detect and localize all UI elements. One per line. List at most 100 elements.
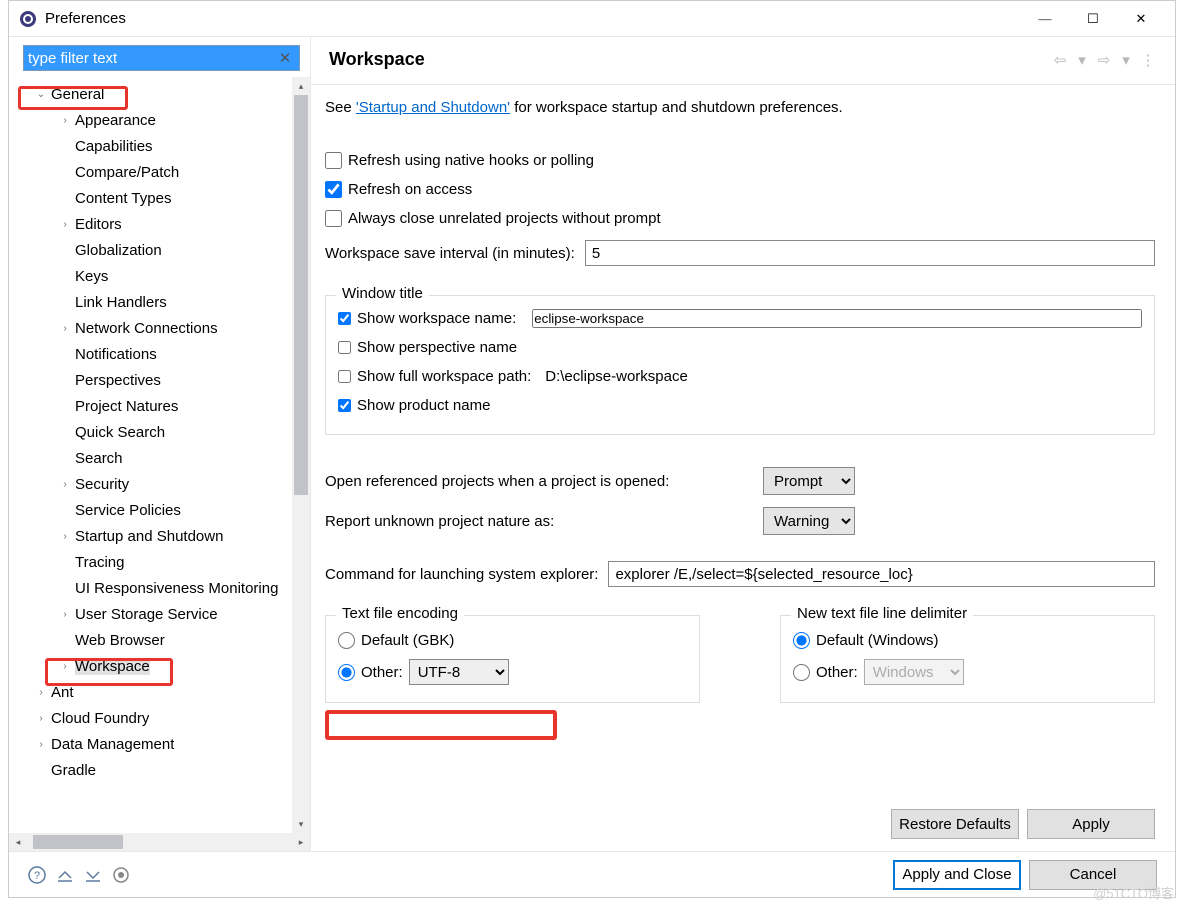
chevron-right-icon xyxy=(57,268,73,284)
forward-icon[interactable]: ⇨ xyxy=(1095,51,1113,69)
scroll-up-icon[interactable]: ▴ xyxy=(292,77,310,95)
chevron-right-icon: › xyxy=(57,320,73,336)
chevron-right-icon xyxy=(57,398,73,414)
hscrollbar-thumb[interactable] xyxy=(33,835,123,849)
tree-item-quick-search[interactable]: Quick Search xyxy=(17,419,292,445)
tree-item-perspectives[interactable]: Perspectives xyxy=(17,367,292,393)
report-nature-select[interactable]: Warning xyxy=(763,507,855,535)
chevron-right-icon xyxy=(57,138,73,154)
scroll-right-icon[interactable]: ▸ xyxy=(292,833,310,851)
save-interval-input[interactable] xyxy=(585,240,1155,266)
scrollbar-thumb[interactable] xyxy=(294,95,308,495)
filter-input[interactable] xyxy=(23,45,300,71)
chevron-right-icon: › xyxy=(33,736,49,752)
delimiter-legend: New text file line delimiter xyxy=(791,605,973,622)
startup-shutdown-link[interactable]: 'Startup and Shutdown' xyxy=(356,99,510,116)
chevron-right-icon: › xyxy=(57,528,73,544)
preferences-tree[interactable]: ⌄General›AppearanceCapabilitiesCompare/P… xyxy=(9,77,292,833)
tree-item-editors[interactable]: ›Editors xyxy=(17,211,292,237)
apply-button[interactable]: Apply xyxy=(1027,809,1155,839)
ws-name-input[interactable] xyxy=(532,309,1142,328)
show-product-checkbox[interactable]: Show product name xyxy=(338,391,1142,420)
delimiter-default-radio[interactable] xyxy=(793,632,810,649)
tree-item-keys[interactable]: Keys xyxy=(17,263,292,289)
page-title: Workspace xyxy=(329,49,1047,70)
forward-menu-icon[interactable]: ▾ xyxy=(1117,51,1135,69)
back-menu-icon[interactable]: ▾ xyxy=(1073,51,1091,69)
tree-item-content-types[interactable]: Content Types xyxy=(17,185,292,211)
show-full-path-checkbox[interactable]: Show full workspace path: D:\eclipse-wor… xyxy=(338,362,1142,391)
show-perspective-checkbox[interactable]: Show perspective name xyxy=(338,333,1142,362)
filter-row: ✕ xyxy=(9,37,310,77)
maximize-button[interactable]: ☐ xyxy=(1069,1,1117,37)
tree-item-project-natures[interactable]: Project Natures xyxy=(17,393,292,419)
tree-item-security[interactable]: ›Security xyxy=(17,471,292,497)
encoding-default-radio[interactable] xyxy=(338,632,355,649)
chevron-right-icon xyxy=(57,424,73,440)
scroll-left-icon[interactable]: ◂ xyxy=(9,833,27,851)
tree-item-search[interactable]: Search xyxy=(17,445,292,471)
tree-item-ui-responsiveness-monitoring[interactable]: UI Responsiveness Monitoring xyxy=(17,575,292,601)
tree-item-workspace[interactable]: ›Workspace xyxy=(17,653,292,679)
tree-item-label: Gradle xyxy=(51,762,96,779)
explorer-input[interactable] xyxy=(608,561,1155,587)
window-title: Preferences xyxy=(45,10,1021,27)
horizontal-scrollbar[interactable]: ◂ ▸ xyxy=(9,833,310,851)
tree-item-label: Notifications xyxy=(75,346,157,363)
restore-defaults-button[interactable]: Restore Defaults xyxy=(891,809,1019,839)
explorer-command-row: Command for launching system explorer: xyxy=(325,561,1155,587)
tree-item-cloud-foundry[interactable]: ›Cloud Foundry xyxy=(17,705,292,731)
back-icon[interactable]: ⇦ xyxy=(1051,51,1069,69)
export-icon[interactable] xyxy=(83,865,103,885)
tree-item-general[interactable]: ⌄General xyxy=(17,81,292,107)
tree-item-user-storage-service[interactable]: ›User Storage Service xyxy=(17,601,292,627)
tree-item-label: Startup and Shutdown xyxy=(75,528,223,545)
refresh-access-checkbox[interactable]: Refresh on access xyxy=(325,175,1155,204)
tree-item-startup-and-shutdown[interactable]: ›Startup and Shutdown xyxy=(17,523,292,549)
chevron-right-icon xyxy=(57,190,73,206)
chevron-right-icon xyxy=(57,580,73,596)
tree-item-label: Ant xyxy=(51,684,74,701)
svg-text:?: ? xyxy=(34,870,40,882)
scroll-down-icon[interactable]: ▾ xyxy=(292,815,310,833)
tree-item-ant[interactable]: ›Ant xyxy=(17,679,292,705)
vertical-scrollbar[interactable]: ▴ ▾ xyxy=(292,77,310,833)
tree-item-globalization[interactable]: Globalization xyxy=(17,237,292,263)
tree-item-label: Service Policies xyxy=(75,502,181,519)
tree-item-web-browser[interactable]: Web Browser xyxy=(17,627,292,653)
close-unrelated-checkbox[interactable]: Always close unrelated projects without … xyxy=(325,204,1155,233)
tree-item-appearance[interactable]: ›Appearance xyxy=(17,107,292,133)
refresh-hooks-checkbox[interactable]: Refresh using native hooks or polling xyxy=(325,146,1155,175)
tree-item-tracing[interactable]: Tracing xyxy=(17,549,292,575)
tree-item-network-connections[interactable]: ›Network Connections xyxy=(17,315,292,341)
tree-item-notifications[interactable]: Notifications xyxy=(17,341,292,367)
dialog-body: ✕ ⌄General›AppearanceCapabilitiesCompare… xyxy=(9,37,1175,851)
cancel-button[interactable]: Cancel xyxy=(1029,860,1157,890)
encoding-other-radio[interactable] xyxy=(338,664,355,681)
tree-item-label: Workspace xyxy=(75,658,150,675)
oomph-icon[interactable] xyxy=(111,865,131,885)
encoding-other-select[interactable]: UTF-8 xyxy=(409,659,509,685)
show-ws-name-checkbox[interactable]: Show workspace name: xyxy=(338,304,1142,333)
help-icon[interactable]: ? xyxy=(27,865,47,885)
tree-item-capabilities[interactable]: Capabilities xyxy=(17,133,292,159)
tree-item-compare-patch[interactable]: Compare/Patch xyxy=(17,159,292,185)
open-referenced-row: Open referenced projects when a project … xyxy=(325,463,1155,499)
chevron-right-icon xyxy=(57,164,73,180)
page-buttons: Restore Defaults Apply xyxy=(311,799,1175,851)
delimiter-group: New text file line delimiter Default (Wi… xyxy=(780,615,1155,703)
chevron-right-icon xyxy=(57,372,73,388)
apply-and-close-button[interactable]: Apply and Close xyxy=(893,860,1021,890)
tree-item-service-policies[interactable]: Service Policies xyxy=(17,497,292,523)
open-referenced-select[interactable]: Prompt xyxy=(763,467,855,495)
import-icon[interactable] xyxy=(55,865,75,885)
delimiter-other-radio[interactable] xyxy=(793,664,810,681)
tree-item-link-handlers[interactable]: Link Handlers xyxy=(17,289,292,315)
clear-filter-icon[interactable]: ✕ xyxy=(276,49,294,67)
tree-item-gradle[interactable]: Gradle xyxy=(17,757,292,783)
close-button[interactable]: ✕ xyxy=(1117,1,1165,37)
view-menu-icon[interactable]: ⋮ xyxy=(1139,51,1157,69)
delimiter-other-select[interactable]: Windows xyxy=(864,659,964,685)
tree-item-data-management[interactable]: ›Data Management xyxy=(17,731,292,757)
minimize-button[interactable]: — xyxy=(1021,1,1069,37)
